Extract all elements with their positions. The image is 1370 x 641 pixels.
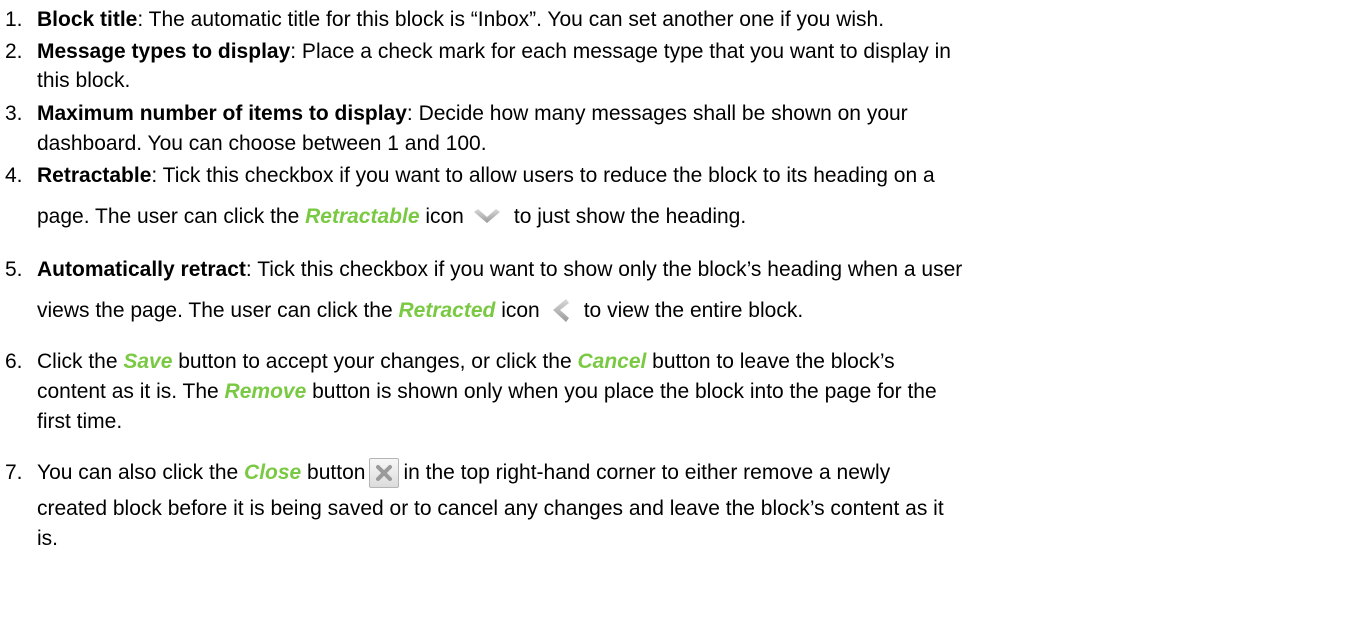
item-text: : Place a check mark for each message ty…: [290, 40, 951, 63]
chevron-left-icon: [550, 298, 570, 324]
ui-term-cancel: Cancel: [577, 350, 647, 373]
item-text-continued: icon: [495, 299, 540, 322]
item-text-continued: page. The user can click the: [37, 205, 306, 228]
item-text-continued: is.: [37, 527, 58, 550]
item-text-continued: this block.: [37, 69, 131, 92]
item-text: button to leave the block’s: [646, 350, 895, 373]
item-number: 7.: [5, 461, 23, 484]
term-message-types: Message types to display: [37, 40, 291, 63]
item-number: 6.: [5, 350, 23, 373]
chevron-down-icon: [472, 207, 502, 227]
term-block-title: Block title: [37, 8, 138, 31]
close-icon: [369, 458, 400, 489]
item-number: 3.: [5, 102, 23, 125]
item-text: You can also click the: [37, 461, 245, 484]
ui-term-remove: Remove: [224, 380, 307, 403]
term-retractable: Retractable: [37, 164, 152, 187]
item-number: 4.: [5, 164, 23, 187]
ui-term-retractable: Retractable: [305, 205, 420, 228]
item-text: : Decide how many messages shall be show…: [406, 102, 908, 125]
item-text-continued: to just show the heading.: [513, 205, 747, 228]
item-text: : Tick this checkbox if you want to show…: [245, 258, 963, 281]
item-text: button to accept your changes, or click …: [172, 350, 578, 373]
item-text-continued: first time.: [37, 410, 123, 433]
term-maximum-items: Maximum number of items to display: [37, 102, 407, 125]
item-number: 2.: [5, 40, 23, 63]
item-number: 5.: [5, 258, 23, 281]
ui-term-retracted: Retracted: [398, 299, 496, 322]
item-text-continued: content as it is. The: [37, 380, 225, 403]
item-text-continued: icon: [419, 205, 464, 228]
item-text: Click the: [37, 350, 124, 373]
item-text-continued: views the page. The user can click the: [37, 299, 399, 322]
item-text-continued: created block before it is being saved o…: [37, 497, 944, 520]
item-text: : Tick this checkbox if you want to allo…: [151, 164, 935, 187]
item-text: : The automatic title for this block is …: [137, 8, 885, 31]
item-text-continued: button is shown only when you place the …: [306, 380, 937, 403]
item-number: 1.: [5, 8, 23, 31]
item-text: button: [301, 461, 366, 484]
ui-term-save: Save: [123, 350, 173, 373]
item-text-continued: dashboard. You can choose between 1 and …: [37, 132, 487, 155]
item-text: in the top right-hand corner to either r…: [403, 461, 891, 484]
item-text-continued: to view the entire block.: [583, 299, 804, 322]
ui-term-close: Close: [244, 461, 302, 484]
term-automatically-retract: Automatically retract: [37, 258, 246, 281]
